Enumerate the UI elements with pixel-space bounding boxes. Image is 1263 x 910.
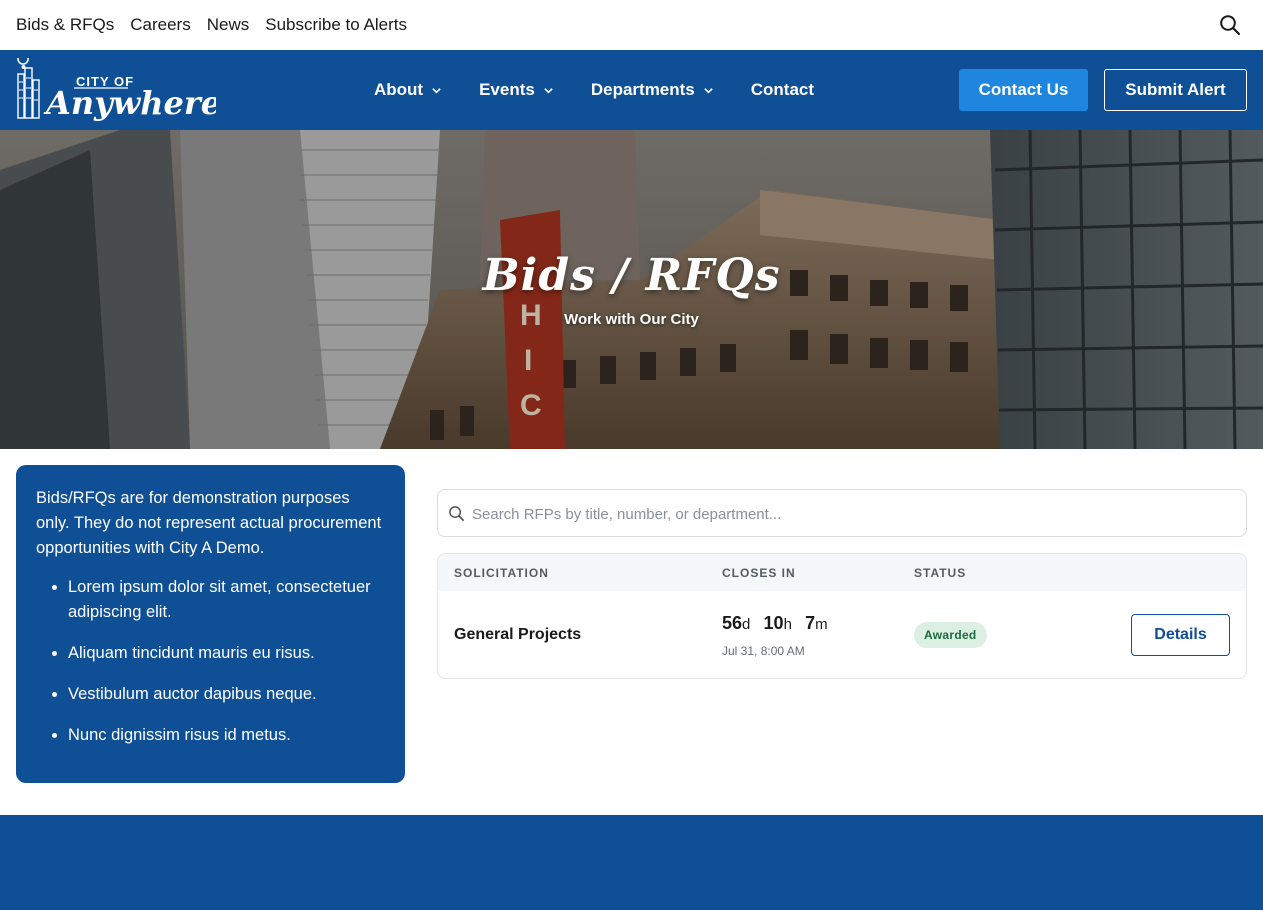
table-header: SOLICITATION CLOSES IN STATUS <box>438 554 1246 591</box>
rfp-table: SOLICITATION CLOSES IN STATUS General Pr… <box>437 553 1247 679</box>
hero-banner: H I C Bids / RFQs Work with Our City <box>0 130 1263 449</box>
nav-item-label: Contact <box>750 80 815 99</box>
close-date: Jul 31, 8:00 AM <box>722 644 805 658</box>
column-header-closes-in: CLOSES IN <box>722 566 796 580</box>
countdown-minutes: 7 <box>805 613 816 633</box>
solicitation-title: General Projects <box>454 626 582 643</box>
column-header-solicitation: SOLICITATION <box>454 566 549 580</box>
page-subtitle: Work with Our City <box>564 311 699 328</box>
link-careers[interactable]: Careers <box>130 15 190 35</box>
unit-days: d <box>742 616 751 633</box>
chevron-down-icon <box>544 87 553 94</box>
link-news[interactable]: News <box>207 15 250 35</box>
submit-alert-button[interactable]: Submit Alert <box>1104 69 1247 111</box>
nav-item-label: Departments <box>590 80 695 99</box>
list-item: Vestibulum auctor dapibus neque. <box>68 682 385 707</box>
skyline-icon <box>17 58 40 119</box>
page-title: Bids / RFQs <box>482 250 781 301</box>
countdown-days: 56 <box>722 613 743 633</box>
list-item: Lorem ipsum dolor sit amet, consectetuer… <box>68 575 385 625</box>
city-logo[interactable]: CITY OF Anywhere <box>16 58 216 122</box>
unit-hours: h <box>783 616 792 633</box>
disclaimer-card: Bids/RFQs are for demonstration purposes… <box>16 465 405 783</box>
utility-bar: Bids & RFQs Careers News Subscribe to Al… <box>0 0 1263 50</box>
utility-links: Bids & RFQs Careers News Subscribe to Al… <box>16 15 407 35</box>
nav-item-departments[interactable]: Departments <box>591 80 714 100</box>
countdown-timer: 56d 10h 7m <box>722 613 828 634</box>
site-footer <box>0 815 1263 910</box>
link-subscribe-alerts[interactable]: Subscribe to Alerts <box>265 15 407 35</box>
chevron-down-icon <box>704 87 713 94</box>
nav-item-label: About <box>374 80 424 99</box>
search-icon <box>449 506 464 521</box>
list-item: Aliquam tincidunt mauris eu risus. <box>68 641 385 666</box>
unit-minutes: m <box>815 616 828 633</box>
nav-item-events[interactable]: Events <box>479 80 554 100</box>
countdown-hours: 10 <box>763 613 784 633</box>
details-button[interactable]: Details <box>1131 614 1230 656</box>
column-header-status: STATUS <box>914 566 967 580</box>
search-icon[interactable] <box>1219 14 1241 36</box>
disclaimer-text: Bids/RFQs are for demonstration purposes… <box>36 489 382 557</box>
rfp-search-box <box>437 489 1247 537</box>
nav-item-about[interactable]: About <box>374 80 442 100</box>
disclaimer-list: Lorem ipsum dolor sit amet, consectetuer… <box>36 575 385 748</box>
list-item: Nunc dignissim risus id metus. <box>68 723 385 748</box>
status-badge: Awarded <box>914 622 987 648</box>
table-row: General Projects 56d 10h 7m Jul 31, 8:00… <box>438 591 1246 678</box>
contact-us-button[interactable]: Contact Us <box>959 69 1088 111</box>
link-bids-rfqs[interactable]: Bids & RFQs <box>16 15 114 35</box>
main-navbar: CITY OF Anywhere About Events Department… <box>0 50 1263 130</box>
svg-text:Anywhere: Anywhere <box>43 84 216 122</box>
nav-item-label: Events <box>479 80 535 99</box>
nav-item-contact[interactable]: Contact <box>751 80 814 100</box>
primary-menu: About Events Departments Contact <box>374 50 851 130</box>
rfp-search-input[interactable] <box>472 500 1232 528</box>
chevron-down-icon <box>432 87 441 94</box>
